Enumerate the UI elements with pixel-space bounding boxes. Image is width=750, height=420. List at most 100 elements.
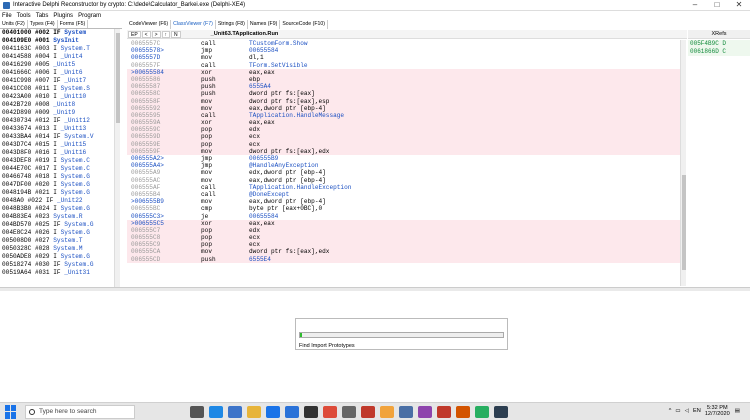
unit-row[interactable]: 0044E70C #017 I System.C xyxy=(0,165,113,173)
code-row[interactable]: 0065559E pop ecx xyxy=(127,140,680,148)
tab-forms[interactable]: Forms (F5) xyxy=(58,20,89,28)
unit-row[interactable]: 00519A64 #031 IF _Unit31 xyxy=(0,269,113,277)
unit-row[interactable]: 00433BA4 #014 IF System.V xyxy=(0,133,113,141)
clock[interactable]: 5:32 PM 12/7/2020 xyxy=(705,405,730,418)
unit-row[interactable]: 0050328C #028 System.M xyxy=(0,245,113,253)
code-row[interactable]: 0065559F mov dword ptr fs:[eax],edx xyxy=(127,147,680,155)
code-row[interactable]: >006555C5 xor eax,eax xyxy=(127,219,680,227)
unit-row[interactable]: 0041163C #003 I System.T xyxy=(0,45,113,53)
unit-row[interactable]: 004E8C24 #026 I System.G xyxy=(0,229,113,237)
unit-row[interactable]: 0041CC08 #011 I System.S xyxy=(0,85,113,93)
edge-icon[interactable] xyxy=(209,405,223,418)
file-explorer-icon[interactable] xyxy=(247,405,261,418)
word-icon[interactable] xyxy=(285,405,299,418)
code-row[interactable]: 0065558C push dword ptr fs:[eax] xyxy=(127,90,680,98)
code-row[interactable]: 0065557C call TCustomForm.Show xyxy=(127,40,680,47)
unit-row[interactable]: 0043DEF8 #019 I System.C xyxy=(0,157,113,165)
unit-row[interactable]: 00423A00 #010 I _Unit10 xyxy=(0,93,113,101)
app-icon-red[interactable] xyxy=(361,405,375,418)
code-row[interactable]: 006555CD push 6555E4 xyxy=(127,255,680,263)
menu-file[interactable]: File xyxy=(2,13,12,19)
unit-row[interactable]: 0041C998 #007 IF _Unit7 xyxy=(0,77,113,85)
taskbar-search[interactable]: Type here to search xyxy=(25,404,135,419)
unit-row[interactable]: 0042B720 #008 _Unit8 xyxy=(0,101,113,109)
code-row[interactable]: >00655584 xor eax,eax xyxy=(127,68,680,76)
code-row[interactable]: 006555B4 call @DoneExcept xyxy=(127,191,680,198)
code-row[interactable]: 006555C3> je 00655584 xyxy=(127,213,680,220)
app-icon-blue[interactable] xyxy=(494,405,508,418)
code-row[interactable]: 006555BC cmp byte ptr [eax+0BC],0 xyxy=(127,205,680,212)
task-view-icon[interactable] xyxy=(190,405,204,418)
menu-plugins[interactable]: Plugins xyxy=(53,13,73,19)
tab-units[interactable]: Units (F2) xyxy=(0,20,28,28)
tab-strings[interactable]: Strings (F8) xyxy=(216,20,248,29)
unit-row[interactable]: 005008D0 #027 System.T xyxy=(0,237,113,245)
code-scrollbar[interactable] xyxy=(680,40,686,286)
people-icon[interactable] xyxy=(399,405,413,418)
code-row[interactable]: 00655587 push 6555A4 xyxy=(127,83,680,91)
code-row[interactable]: 006555C8 pop ecx xyxy=(127,234,680,242)
network-icon[interactable]: ▭ xyxy=(675,408,680,414)
code-row[interactable]: 006555AF call TApplication.HandleException xyxy=(127,184,680,191)
settings-icon[interactable] xyxy=(342,405,356,418)
unit-row[interactable]: 0043D8F0 #016 I _Unit16 xyxy=(0,149,113,157)
unit-row[interactable]: 0042D890 #009 _Unit9 xyxy=(0,109,113,117)
unit-row[interactable]: 00430734 #012 IF _Unit12 xyxy=(0,117,113,125)
tab-codeviewer[interactable]: CodeViewer (F6) xyxy=(127,20,172,29)
xrefs-list[interactable]: 005F4B9C D 0061866D C xyxy=(688,40,750,286)
unit-row[interactable]: 0043D7C4 #015 I _Unit15 xyxy=(0,141,113,149)
app-icon-green[interactable] xyxy=(475,405,489,418)
units-scroll-thumb[interactable] xyxy=(116,33,120,123)
code-row[interactable]: 0065557D mov dl,1 xyxy=(127,54,680,61)
unit-row[interactable]: 00414588 #004 I _Unit4 xyxy=(0,53,113,61)
unit-row[interactable]: 0050ADE8 #029 I System.G xyxy=(0,253,113,261)
up-button[interactable]: ↑ xyxy=(161,30,171,38)
forward-button[interactable]: > xyxy=(151,30,161,38)
tab-sourcecode[interactable]: SourceCode (F10) xyxy=(280,20,328,29)
tab-classviewer[interactable]: ClassViewer (F7) xyxy=(171,20,216,29)
unit-row[interactable]: 0048B3B0 #024 I System.G xyxy=(0,205,113,213)
unit-row[interactable]: 004109E0 #001 SysInit xyxy=(0,37,113,45)
xref-item[interactable]: 005F4B9C D xyxy=(688,40,750,48)
code-row[interactable]: 00655586 push ebp xyxy=(127,75,680,84)
menu-tools[interactable]: Tools xyxy=(17,13,31,19)
code-row[interactable]: 006555C9 pop ecx xyxy=(127,241,680,249)
maximize-button[interactable]: □ xyxy=(706,0,728,11)
code-row[interactable]: 006555AC mov eax,dword ptr [ebp-4] xyxy=(127,177,680,184)
units-list[interactable]: 00401000 #002 IF System 004109E0 #001 Sys… xyxy=(0,29,113,287)
tab-types[interactable]: Types (F4) xyxy=(28,20,58,28)
store-icon[interactable] xyxy=(228,405,242,418)
unit-row[interactable]: 00401000 #002 IF System xyxy=(0,29,113,37)
delphi-icon[interactable] xyxy=(380,405,394,418)
n-button[interactable]: N xyxy=(171,30,181,38)
code-row[interactable]: 00655578> jmp 00655584 xyxy=(127,47,680,54)
start-button[interactable] xyxy=(5,404,19,419)
volume-icon[interactable]: ◁ xyxy=(685,408,689,414)
chrome-icon[interactable] xyxy=(323,405,337,418)
app-icon-orange[interactable] xyxy=(456,405,470,418)
code-row[interactable]: 0065557F call TForm.SetVisible xyxy=(127,62,680,69)
close-button[interactable]: ✕ xyxy=(728,0,750,11)
ep-button[interactable]: EP xyxy=(128,30,141,38)
minimize-button[interactable]: – xyxy=(684,0,706,11)
app-icon-dark-red[interactable] xyxy=(437,405,451,418)
xref-item[interactable]: 0061866D C xyxy=(688,48,750,56)
unit-row[interactable]: 00518274 #030 IF System.G xyxy=(0,261,113,269)
unit-row[interactable]: 0048A0 #022 IF _Unit22 xyxy=(0,197,113,205)
unit-row[interactable]: 00466748 #018 I System.G xyxy=(0,173,113,181)
tray-chevron-icon[interactable]: ^ xyxy=(669,408,672,414)
unit-row[interactable]: 00433674 #013 I _Unit13 xyxy=(0,125,113,133)
code-row[interactable]: 006555CA mov dword ptr fs:[eax],edx xyxy=(127,248,680,256)
unit-row[interactable]: 00416290 #005 _Unit5 xyxy=(0,61,113,69)
code-view[interactable]: 0065557C call TCustomForm.Show 00655578> jmp… xyxy=(127,40,680,286)
unit-row[interactable]: 004B83E4 #023 System.R xyxy=(0,213,113,221)
menu-tabs[interactable]: Tabs xyxy=(36,13,49,19)
menu-program[interactable]: Program xyxy=(78,13,101,19)
code-row[interactable]: 00655592 mov eax,dword ptr [ebp-4] xyxy=(127,104,680,112)
code-row[interactable]: 0065559C pop edx xyxy=(127,126,680,134)
app-icon-purple[interactable] xyxy=(418,405,432,418)
code-row[interactable]: 006555A2> jmp 006555B9 xyxy=(127,155,680,162)
code-row[interactable]: 006555A4> jmp @HandleAnyException xyxy=(127,162,680,169)
language-icon[interactable]: EN xyxy=(693,408,701,414)
back-button[interactable]: < xyxy=(141,30,151,38)
